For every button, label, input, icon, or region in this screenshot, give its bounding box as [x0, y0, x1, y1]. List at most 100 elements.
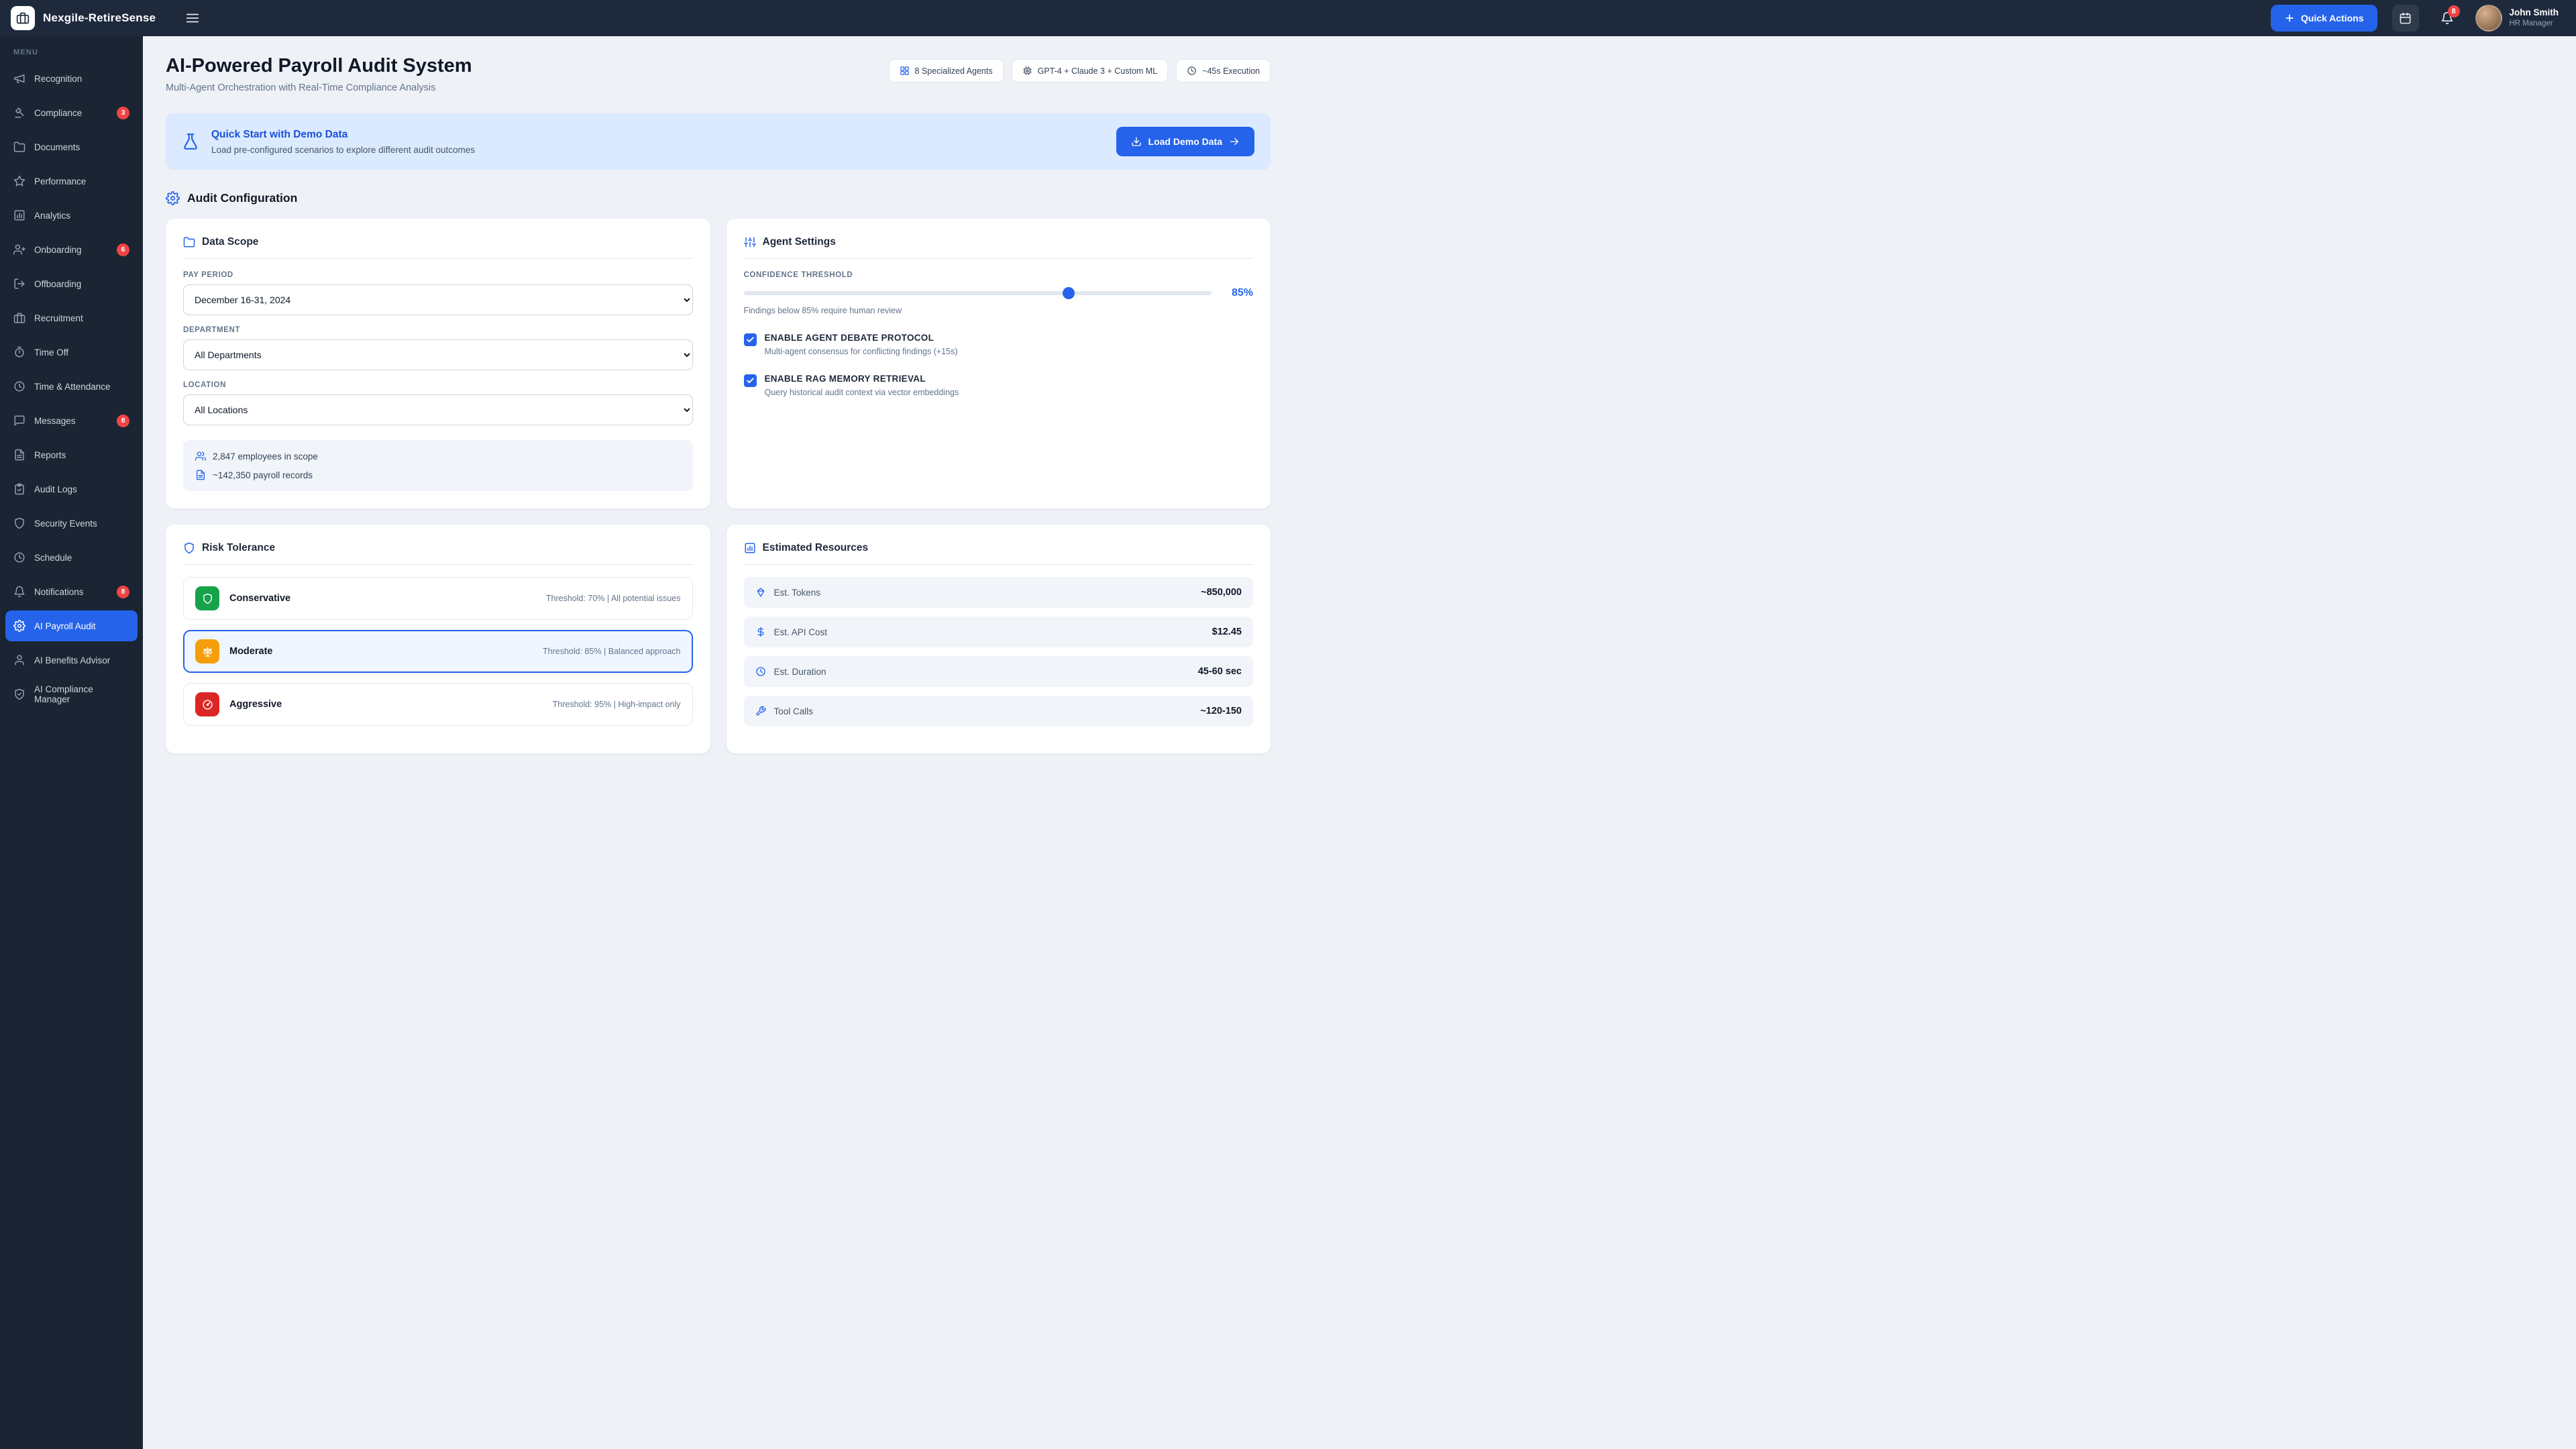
risk-option-name: Conservative: [229, 593, 290, 604]
sidebar-item-time-off[interactable]: Time Off: [5, 337, 138, 368]
cpu-icon: [1022, 66, 1032, 76]
shield-icon: [183, 542, 195, 554]
banner-text: Quick Start with Demo Data Load pre-conf…: [211, 129, 475, 155]
notifications-item-badge: 8: [117, 586, 129, 598]
sidebar-item-ai-payroll-audit[interactable]: AI Payroll Audit: [5, 610, 138, 641]
megaphone-icon: [13, 72, 25, 85]
sidebar-item-performance[interactable]: Performance: [5, 166, 138, 197]
resource-value: $12.45: [1212, 627, 1242, 637]
bar-chart-icon: [13, 209, 25, 221]
user-menu[interactable]: John Smith HR Manager: [2475, 5, 2559, 32]
sidebar-item-label: Analytics: [34, 211, 70, 221]
user-role: HR Manager: [2510, 19, 2559, 28]
dollar-icon: [755, 627, 766, 637]
toggle-text: ENABLE AGENT DEBATE PROTOCOL Multi-agent…: [765, 333, 958, 356]
sidebar-item-label: Onboarding: [34, 245, 82, 255]
file-text-icon: [13, 449, 25, 461]
employees-in-scope: 2,847 employees in scope: [195, 451, 681, 462]
folder-icon: [13, 141, 25, 153]
notifications-button[interactable]: 8: [2434, 5, 2461, 32]
user-info: John Smith HR Manager: [2510, 7, 2559, 28]
sliders-icon: [744, 236, 756, 248]
department-select[interactable]: All Departments: [183, 339, 693, 370]
agent-settings-header: Agent Settings: [744, 236, 1254, 259]
resource-label: Est. Tokens: [774, 588, 821, 598]
menu-toggle-button[interactable]: [180, 5, 205, 31]
chip-label: 8 Specialized Agents: [915, 66, 993, 76]
calendar-button[interactable]: [2392, 5, 2419, 32]
risk-option-conservative[interactable]: Conservative Threshold: 70% | All potent…: [183, 577, 693, 620]
sidebar-item-time-attendance[interactable]: Time & Attendance: [5, 371, 138, 402]
sidebar-item-schedule[interactable]: Schedule: [5, 542, 138, 573]
sidebar-item-recognition[interactable]: Recognition: [5, 63, 138, 94]
gear-icon: [13, 620, 25, 632]
confidence-threshold-label: CONFIDENCE THRESHOLD: [744, 271, 1254, 279]
gem-icon: [755, 587, 766, 598]
risk-option-name: Aggressive: [229, 699, 282, 710]
toggle-text: ENABLE RAG MEMORY RETRIEVAL Query histor…: [765, 374, 959, 397]
pay-period-select[interactable]: December 16-31, 2024: [183, 284, 693, 315]
brand[interactable]: Nexgile-RetireSense: [0, 6, 156, 30]
sidebar-item-reports[interactable]: Reports: [5, 439, 138, 470]
resource-value: ~850,000: [1201, 587, 1242, 598]
scope-stats: 2,847 employees in scope ~142,350 payrol…: [183, 440, 693, 491]
quick-actions-button[interactable]: Quick Actions: [2271, 5, 2377, 32]
page-header-text: AI-Powered Payroll Audit System Multi-Ag…: [166, 55, 472, 93]
agent-debate-toggle[interactable]: ENABLE AGENT DEBATE PROTOCOL Multi-agent…: [744, 333, 1254, 356]
agent-debate-note: Multi-agent consensus for conflicting fi…: [765, 347, 958, 356]
resource-row-api-cost: Est. API Cost $12.45: [744, 616, 1254, 647]
checkbox-checked[interactable]: [744, 333, 757, 346]
moderate-tile: [195, 639, 219, 663]
sidebar-item-messages[interactable]: Messages 8: [5, 405, 138, 436]
clock-icon: [1187, 66, 1197, 76]
resource-label-wrap: Est. API Cost: [755, 627, 828, 637]
sidebar-item-label: Documents: [34, 142, 80, 152]
gavel-icon: [13, 107, 25, 119]
sidebar-item-analytics[interactable]: Analytics: [5, 200, 138, 231]
sidebar-item-recruitment[interactable]: Recruitment: [5, 303, 138, 333]
user-name: John Smith: [2510, 7, 2559, 19]
sidebar-item-audit-logs[interactable]: Audit Logs: [5, 474, 138, 504]
clipboard-check-icon: [13, 483, 25, 495]
checkbox-checked[interactable]: [744, 374, 757, 387]
sidebar-item-notifications[interactable]: Notifications 8: [5, 576, 138, 607]
chip-label: ~45s Execution: [1202, 66, 1260, 76]
payroll-records-text: ~142,350 payroll records: [213, 470, 313, 480]
clock-icon: [13, 380, 25, 392]
sidebar-item-documents[interactable]: Documents: [5, 131, 138, 162]
risk-option-aggressive[interactable]: Aggressive Threshold: 95% | High-impact …: [183, 683, 693, 726]
user-icon: [13, 654, 25, 666]
estimated-resources-header: Estimated Resources: [744, 542, 1254, 565]
users-icon: [195, 451, 206, 462]
resource-label: Tool Calls: [774, 706, 814, 716]
confidence-threshold-slider[interactable]: [744, 291, 1212, 295]
gauge-icon: [202, 699, 213, 710]
sidebar-item-label: Schedule: [34, 553, 72, 563]
sidebar-item-ai-compliance-manager[interactable]: AI Compliance Manager: [5, 679, 138, 710]
sidebar-item-compliance[interactable]: Compliance 3: [5, 97, 138, 128]
menu-icon: [185, 11, 200, 25]
sidebar-item-offboarding[interactable]: Offboarding: [5, 268, 138, 299]
sidebar-item-label: Messages: [34, 416, 76, 426]
sidebar-item-label: AI Payroll Audit: [34, 621, 96, 631]
topbar: Nexgile-RetireSense Quick Actions 8 John…: [0, 0, 2576, 36]
audit-configuration-section: Audit Configuration: [166, 191, 1271, 205]
agent-settings-card: Agent Settings CONFIDENCE THRESHOLD 85% …: [727, 219, 1271, 508]
rag-memory-toggle[interactable]: ENABLE RAG MEMORY RETRIEVAL Query histor…: [744, 374, 1254, 397]
risk-option-detail: Threshold: 95% | High-impact only: [553, 700, 681, 709]
sidebar-item-label: Time & Attendance: [34, 382, 111, 392]
risk-option-moderate[interactable]: Moderate Threshold: 85% | Balanced appro…: [183, 630, 693, 673]
sidebar-item-ai-benefits-advisor[interactable]: AI Benefits Advisor: [5, 645, 138, 676]
location-select[interactable]: All Locations: [183, 394, 693, 425]
payroll-records: ~142,350 payroll records: [195, 470, 681, 480]
brand-name: Nexgile-RetireSense: [43, 11, 156, 25]
sidebar-item-security-events[interactable]: Security Events: [5, 508, 138, 539]
main-content: AI-Powered Payroll Audit System Multi-Ag…: [143, 36, 1288, 753]
risk-tolerance-card: Risk Tolerance Conservative Threshold: 7…: [166, 525, 710, 753]
sidebar-item-onboarding[interactable]: Onboarding 6: [5, 234, 138, 265]
clock-icon: [755, 666, 766, 677]
risk-option-name: Moderate: [229, 646, 272, 657]
sidebar-item-label: AI Compliance Manager: [34, 684, 129, 704]
load-demo-data-button[interactable]: Load Demo Data: [1116, 127, 1254, 156]
chip-label: GPT-4 + Claude 3 + Custom ML: [1038, 66, 1158, 76]
